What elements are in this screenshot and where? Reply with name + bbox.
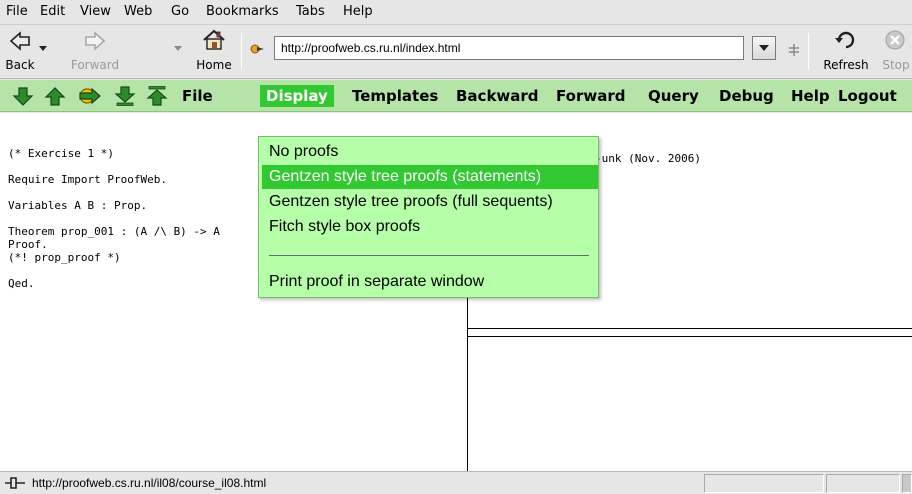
url-input[interactable] <box>274 36 744 60</box>
forward-history-dropdown-icon[interactable] <box>173 43 183 53</box>
pw-menu-display[interactable]: Display <box>260 85 334 107</box>
pw-menu-help[interactable]: Help <box>791 87 830 105</box>
step-forward-down-arrow-icon[interactable] <box>12 86 34 106</box>
home-button[interactable]: Home <box>192 25 236 79</box>
back-history-dropdown-icon[interactable] <box>38 43 48 53</box>
pw-menu-logout[interactable]: Logout <box>838 87 897 105</box>
back-label: Back <box>5 58 35 72</box>
home-label: Home <box>196 58 232 72</box>
toolbar-separator <box>808 33 809 69</box>
pw-menu-debug[interactable]: Debug <box>719 87 774 105</box>
step-back-up-arrow-icon[interactable] <box>44 86 66 106</box>
status-panel <box>902 474 912 493</box>
refresh-icon <box>835 31 855 49</box>
stop-icon <box>885 30 905 50</box>
menu-file[interactable]: File <box>6 4 28 19</box>
display-option-gentzen-statements[interactable]: Gentzen style tree proofs (statements) <box>262 165 598 189</box>
status-panel <box>704 474 824 493</box>
back-button[interactable]: Back <box>0 25 40 79</box>
home-icon <box>203 29 225 50</box>
refresh-button[interactable]: Refresh <box>816 25 876 79</box>
url-history-dropdown-button[interactable] <box>752 36 776 60</box>
display-option-gentzen-full-sequents[interactable]: Gentzen style tree proofs (full sequents… <box>259 190 598 214</box>
pw-menu-templates[interactable]: Templates <box>352 87 438 105</box>
throbber-icon <box>789 44 799 56</box>
url-bar <box>249 36 744 62</box>
menubar: File Edit View Web Go Bookmarks Tabs Hel… <box>0 0 912 25</box>
site-favicon-icon <box>250 44 264 54</box>
menu-separator <box>269 255 589 256</box>
display-option-fitch-box[interactable]: Fitch style box proofs <box>259 215 598 239</box>
pw-menu-file[interactable]: File <box>182 87 213 105</box>
status-text: http://proofweb.cs.ru.nl/il08/course_il0… <box>32 476 267 490</box>
messages-pane-divider <box>468 336 912 337</box>
menu-go[interactable]: Go <box>171 4 189 19</box>
forward-label: Forward <box>70 58 120 72</box>
menu-bookmarks[interactable]: Bookmarks <box>206 4 279 19</box>
pw-menu-backward[interactable]: Backward <box>456 87 539 105</box>
status-bar: http://proofweb.cs.ru.nl/il08/course_il0… <box>0 471 912 494</box>
stop-label: Stop <box>882 58 910 72</box>
chevron-down-icon <box>759 45 769 51</box>
menu-web[interactable]: Web <box>124 4 152 19</box>
proofweb-toolbar: File Display Templates Backward Forward … <box>0 80 912 112</box>
go-to-start-up-arrow-icon[interactable] <box>146 86 168 106</box>
stop-button[interactable]: Stop <box>876 25 912 79</box>
display-option-print-separate-window[interactable]: Print proof in separate window <box>259 270 598 294</box>
status-panel <box>826 474 900 493</box>
pw-menu-query[interactable]: Query <box>648 87 699 105</box>
menu-view[interactable]: View <box>80 4 111 19</box>
go-to-cursor-icon[interactable] <box>76 86 102 106</box>
forward-button[interactable]: Forward <box>62 25 128 79</box>
pw-menu-forward[interactable]: Forward <box>556 87 625 105</box>
menu-tabs[interactable]: Tabs <box>296 4 325 19</box>
display-option-no-proofs[interactable]: No proofs <box>259 140 598 164</box>
go-to-end-down-arrow-icon[interactable] <box>114 86 136 106</box>
connection-status-icon <box>5 477 25 489</box>
goals-pane-text: -unk (Nov. 2006) <box>595 152 701 165</box>
navigation-toolbar: Back Forward Home http://proofweb.cs.ru.… <box>0 25 912 79</box>
menu-edit[interactable]: Edit <box>40 4 65 19</box>
back-arrow-icon <box>9 31 30 51</box>
display-dropdown-menu: No proofs Gentzen style tree proofs (sta… <box>258 136 599 298</box>
forward-arrow-icon <box>85 31 106 51</box>
refresh-label: Refresh <box>823 58 869 72</box>
goals-pane-divider <box>468 328 912 329</box>
toolbar-separator <box>241 33 242 69</box>
menu-help[interactable]: Help <box>343 4 373 19</box>
